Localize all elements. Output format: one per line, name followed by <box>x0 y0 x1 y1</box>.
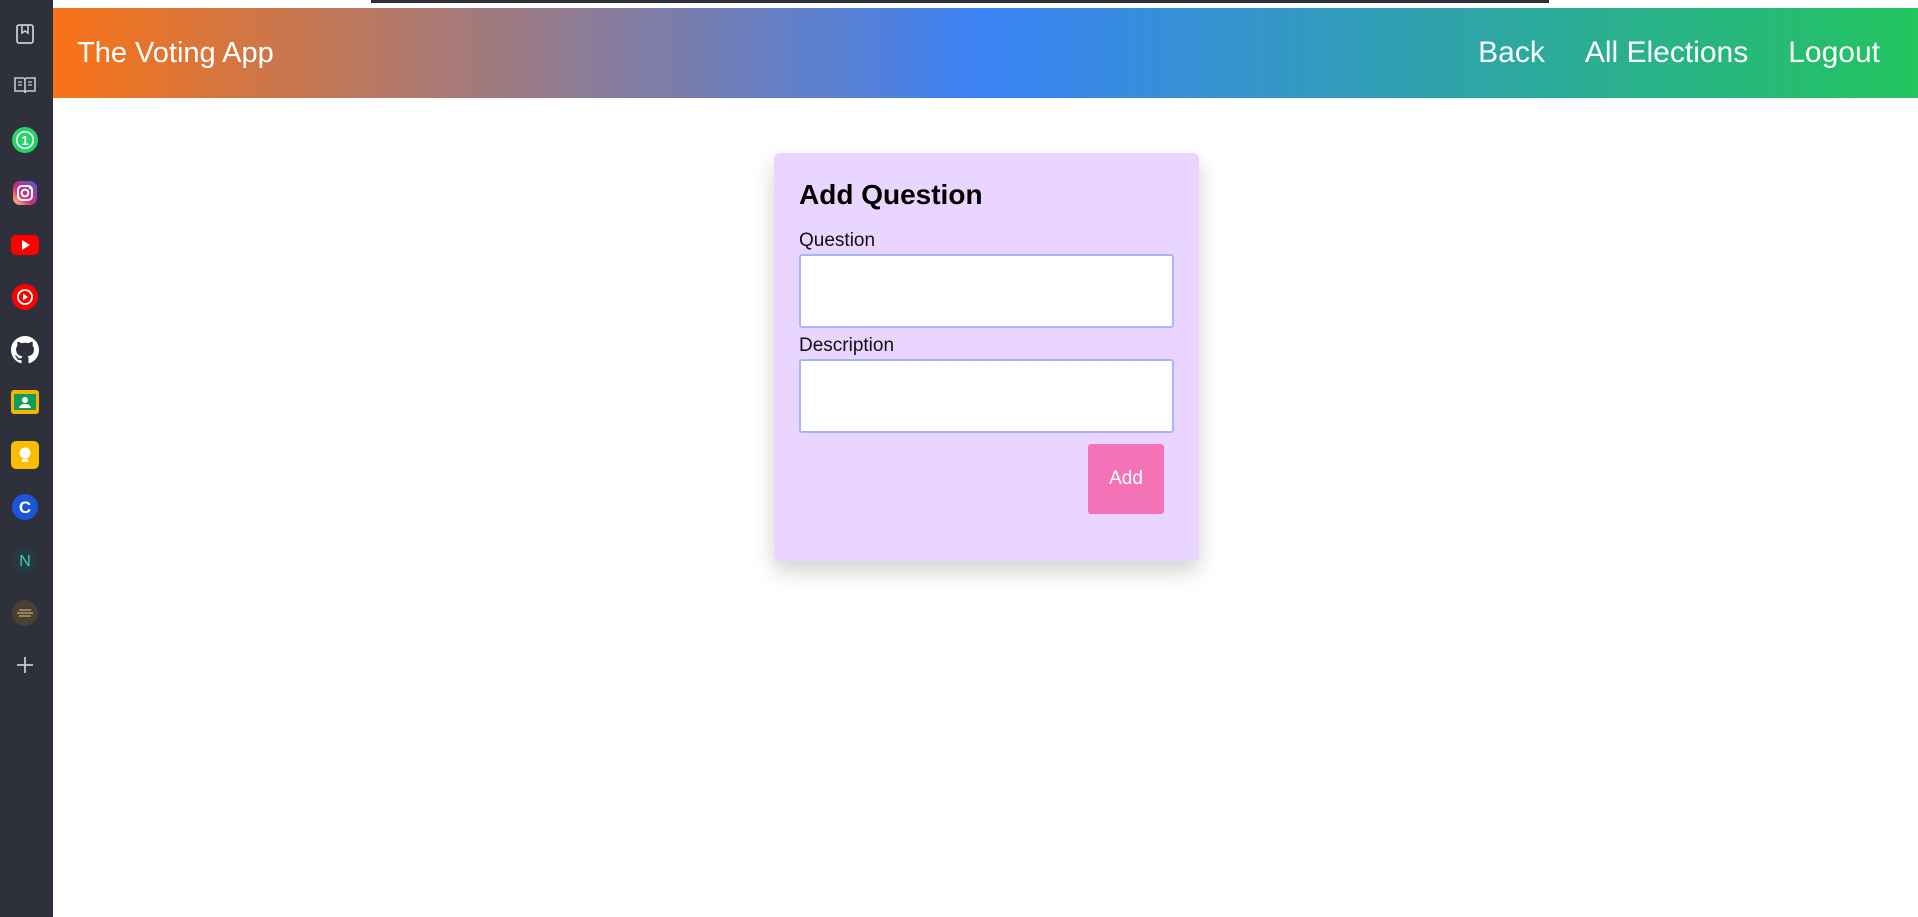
nav-all-elections-link[interactable]: All Elections <box>1585 36 1748 70</box>
navbar: The Voting App Back All Elections Logout <box>53 8 1918 98</box>
browser-sidebar: 1 C N <box>0 0 53 917</box>
question-input[interactable] <box>799 254 1174 328</box>
brand-title[interactable]: The Voting App <box>77 37 274 70</box>
add-button[interactable]: Add <box>1088 444 1164 514</box>
description-label: Description <box>799 335 895 356</box>
svg-text:N: N <box>19 553 31 570</box>
instagram-icon[interactable] <box>10 178 40 208</box>
profile-app-icon[interactable] <box>10 598 40 628</box>
description-input[interactable] <box>799 359 1174 433</box>
form-title: Add Question <box>799 179 983 210</box>
keep-icon[interactable] <box>10 440 40 470</box>
nav-back-link[interactable]: Back <box>1478 36 1545 70</box>
youtube-music-icon[interactable] <box>10 282 40 312</box>
reading-list-icon[interactable] <box>10 70 40 100</box>
whatsapp-icon[interactable]: 1 <box>10 125 40 155</box>
youtube-icon[interactable] <box>10 230 40 260</box>
contacts-icon[interactable] <box>10 387 40 417</box>
add-question-card: Add Question Question Description Add <box>774 153 1199 561</box>
active-tab-indicator <box>371 0 1549 3</box>
svg-text:C: C <box>19 498 31 517</box>
nav-links: Back All Elections Logout <box>1478 36 1880 70</box>
bookmark-icon[interactable] <box>10 19 40 49</box>
form-actions: Add <box>799 444 1174 514</box>
nav-logout-link[interactable]: Logout <box>1788 36 1880 70</box>
svg-text:1: 1 <box>21 133 28 148</box>
github-icon[interactable] <box>10 335 40 365</box>
question-label: Question <box>799 230 876 251</box>
add-icon[interactable] <box>10 650 40 680</box>
window-top-strip <box>53 0 1918 8</box>
n-app-icon[interactable]: N <box>10 545 40 575</box>
c-app-icon[interactable]: C <box>10 492 40 522</box>
